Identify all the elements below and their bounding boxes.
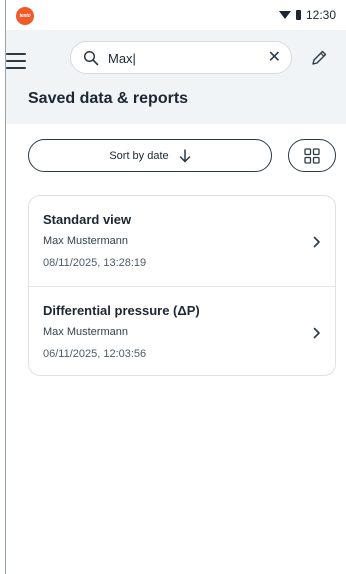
status-time: 12:30: [305, 8, 336, 22]
testo-logo-icon: testo: [16, 7, 34, 25]
chevron-right-icon: [313, 327, 320, 339]
wifi-icon: [278, 11, 291, 19]
grid-view-button[interactable]: [288, 139, 336, 172]
report-title: Differential pressure (ΔP): [43, 303, 200, 318]
hamburger-menu-icon[interactable]: [6, 53, 26, 69]
battery-icon: [295, 10, 301, 20]
report-list: Standard view Max Mustermann 08/11/2025,…: [28, 195, 336, 376]
close-icon[interactable]: ✕: [268, 49, 281, 67]
status-indicators: 12:30: [278, 8, 336, 22]
sort-label: Sort by date: [109, 149, 169, 162]
app-screen: testo 12:30 Max| ✕ Saved data & reports …: [6, 0, 346, 574]
report-title: Standard view: [43, 212, 132, 227]
pencil-icon[interactable]: [310, 49, 328, 67]
search-value: Max|: [108, 51, 136, 66]
search-icon: [83, 50, 99, 66]
chevron-right-icon: [313, 236, 320, 248]
grid-view-icon: [304, 147, 320, 164]
sort-by-date-button[interactable]: Sort by date: [28, 139, 272, 172]
list-item[interactable]: Standard view Max Mustermann 08/11/2025,…: [29, 196, 335, 286]
report-date: 06/11/2025, 12:03:56: [43, 348, 147, 360]
arrow-down-icon: [179, 148, 190, 162]
report-date: 08/11/2025, 13:28:19: [43, 257, 147, 269]
report-user: Max Mustermann: [43, 235, 128, 247]
page-title: Saved data & reports: [28, 90, 189, 107]
list-item[interactable]: Differential pressure (ΔP) Max Musterman…: [29, 286, 335, 375]
brand-logo-text: testo: [19, 13, 31, 19]
status-bar: testo 12:30: [6, 0, 346, 30]
search-input[interactable]: Max| ✕: [70, 41, 292, 74]
report-user: Max Mustermann: [43, 326, 128, 338]
